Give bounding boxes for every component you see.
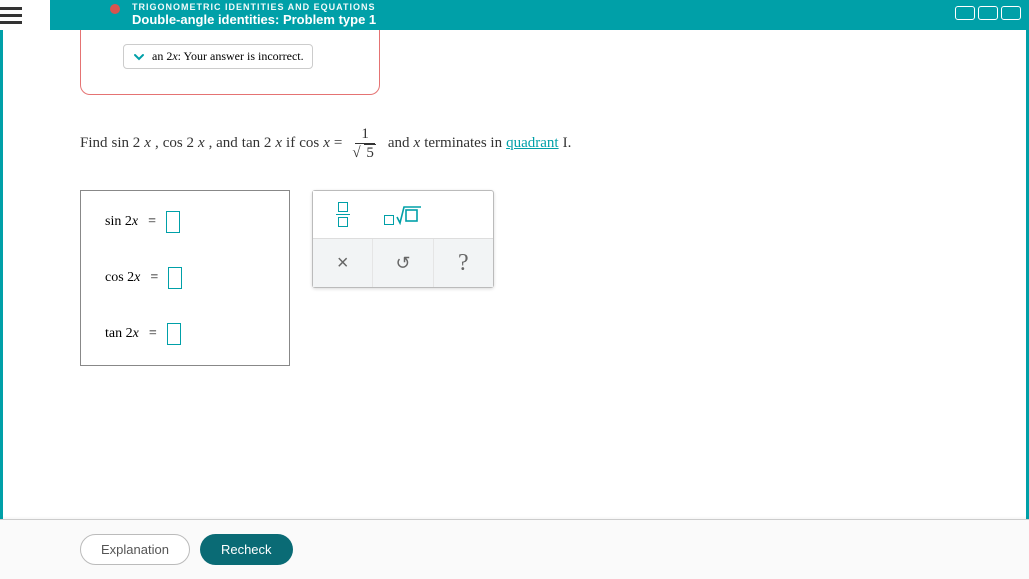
- tan2x-input[interactable]: [167, 323, 181, 345]
- chevron-down-icon: [132, 50, 146, 64]
- status-dot-icon: [110, 4, 120, 14]
- answer-row-tan: tan 2x =: [105, 323, 265, 345]
- fraction-tool[interactable]: [313, 191, 373, 238]
- sqrt-icon: [384, 205, 422, 225]
- clear-tool[interactable]: ×: [313, 239, 373, 287]
- undo-icon: ↺: [395, 253, 410, 274]
- answer-row-sin: sin 2x =: [105, 211, 265, 233]
- cos2x-input[interactable]: [168, 267, 182, 289]
- header-title: Double-angle identities: Problem type 1: [132, 13, 376, 27]
- window-max-icon: [978, 6, 998, 20]
- close-icon: ×: [337, 252, 349, 275]
- feedback-box: an 2x: Your answer is incorrect.: [80, 30, 380, 95]
- footer-bar: Explanation Recheck: [0, 519, 1029, 579]
- window-controls[interactable]: [955, 6, 1021, 20]
- answer-box: sin 2x = cos 2x = tan 2x =: [80, 190, 290, 366]
- window-close-icon: [1001, 6, 1021, 20]
- sin2x-input[interactable]: [166, 211, 180, 233]
- help-tool[interactable]: ?: [434, 239, 493, 287]
- undo-tool[interactable]: ↺: [373, 239, 433, 287]
- app-header: TRIGONOMETRIC IDENTITIES AND EQUATIONS D…: [0, 0, 1029, 30]
- answer-row-cos: cos 2x =: [105, 267, 265, 289]
- help-icon: ?: [458, 250, 469, 277]
- math-toolbox: × ↺ ?: [312, 190, 494, 288]
- quadrant-link[interactable]: quadrant: [506, 135, 558, 152]
- window-min-icon: [955, 6, 975, 20]
- hamburger-menu[interactable]: [0, 0, 50, 30]
- sqrt-tool[interactable]: [373, 191, 433, 238]
- feedback-message[interactable]: an 2x: Your answer is incorrect.: [123, 44, 313, 69]
- header-category: TRIGONOMETRIC IDENTITIES AND EQUATIONS: [132, 3, 376, 13]
- fraction-icon: [336, 202, 350, 228]
- recheck-button[interactable]: Recheck: [200, 534, 293, 565]
- problem-statement: Find sin 2x, cos 2x, and tan 2x if cosx …: [80, 125, 949, 162]
- explanation-button[interactable]: Explanation: [80, 534, 190, 565]
